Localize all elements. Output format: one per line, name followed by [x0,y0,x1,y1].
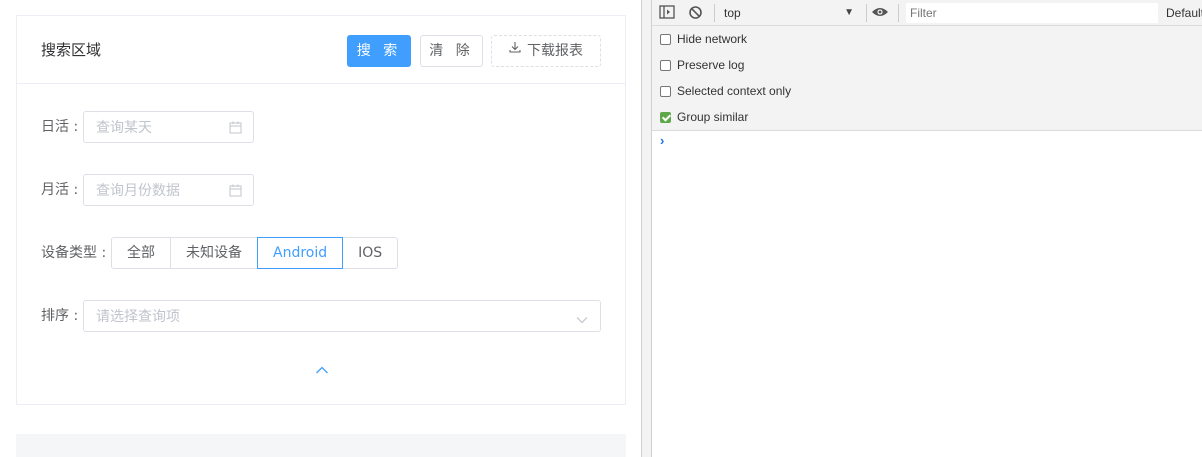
monthly-active-placeholder: 查询月份数据 [96,183,180,199]
device-type-option-ios[interactable]: IOS [342,237,399,269]
caret-down-icon: ▼ [844,7,854,18]
daily-active-date-picker[interactable]: 查询某天 [83,111,254,143]
hide-network-setting[interactable]: Hide network [660,30,747,48]
clear-button[interactable]: 清 除 [420,35,483,67]
selected-context-only-checkbox[interactable] [660,85,671,97]
group-similar-checkbox[interactable] [660,111,671,123]
clear-console-icon[interactable] [688,5,703,23]
monthly-active-label: 月活 : [41,182,79,198]
sort-select[interactable]: 请选择查询项 [83,300,601,332]
device-type-label: 设备类型 : [41,245,107,261]
chevron-up-icon[interactable] [315,363,329,374]
search-card-title: 搜索区域 [41,41,102,59]
chevron-down-icon [576,312,588,328]
eye-icon[interactable] [871,6,889,21]
toolbar-divider [714,4,715,22]
preserve-log-setting[interactable]: Preserve log [660,56,744,74]
calendar-icon [229,121,242,138]
selected-context-only-setting[interactable]: Selected context only [660,82,791,100]
search-card: 搜索区域 搜 索 清 除 下载报表 日活 : 查询某天 月活 : 查询月份数据 [16,15,626,405]
device-type-radio-group: 全部 未知设备 Android IOS [111,237,399,269]
toolbar-divider [866,4,867,22]
console-filter-input[interactable] [906,3,1158,23]
calendar-icon [229,184,242,201]
console-toolbar: top ▼ Default levels [652,0,1202,26]
app-pane: 搜索区域 搜 索 清 除 下载报表 日活 : 查询某天 月活 : 查询月份数据 [0,0,641,457]
console-settings: Hide network Preserve log Selected conte… [652,26,1202,131]
device-type-option-unknown[interactable]: 未知设备 [170,237,258,269]
group-similar-setting[interactable]: Group similar [660,108,748,126]
console-prompt[interactable]: › [660,133,664,148]
log-levels-dropdown[interactable]: Default levels [1166,4,1202,22]
hide-network-checkbox[interactable] [660,33,671,45]
device-type-option-android[interactable]: Android [257,237,344,269]
context-selector-value: top [724,6,741,20]
download-icon [509,34,521,64]
next-card-edge [16,434,626,457]
hide-network-label: Hide network [677,32,748,46]
preserve-log-label: Preserve log [677,58,745,72]
sort-placeholder: 请选择查询项 [96,309,180,325]
devtools-splitter[interactable] [641,0,652,457]
download-report-label: 下载报表 [527,43,583,59]
sort-label: 排序 : [41,308,79,324]
devtools-console: top ▼ Default levels Hide network Preser… [652,0,1202,457]
selected-context-only-label: Selected context only [677,84,792,98]
search-card-header: 搜索区域 搜 索 清 除 下载报表 [17,16,625,84]
preserve-log-checkbox[interactable] [660,59,671,71]
group-similar-label: Group similar [677,110,749,124]
daily-active-label: 日活 : [41,119,79,135]
monthly-active-date-picker[interactable]: 查询月份数据 [83,174,254,206]
sidebar-toggle-icon[interactable] [659,5,675,22]
search-button[interactable]: 搜 索 [347,35,411,67]
context-selector[interactable]: top ▼ [724,4,854,22]
device-type-option-all[interactable]: 全部 [111,237,171,269]
download-report-button[interactable]: 下载报表 [491,35,601,67]
daily-active-placeholder: 查询某天 [96,120,152,136]
toolbar-divider [898,4,899,22]
